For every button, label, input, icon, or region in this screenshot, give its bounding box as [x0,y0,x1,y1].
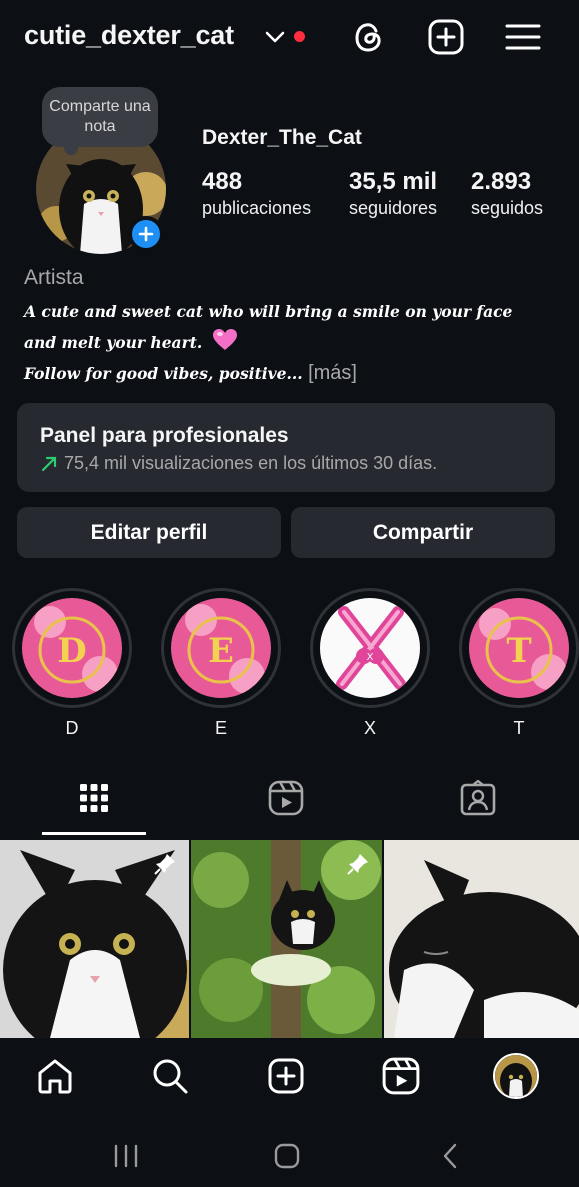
nav-reels[interactable] [381,1056,421,1096]
plus-icon [138,226,154,242]
highlight-label: X [363,718,376,738]
highlight-label: E [214,718,227,738]
tagged-icon [460,780,496,816]
nav-create[interactable] [266,1056,306,1096]
reels-icon [382,1057,420,1095]
home-button-icon[interactable] [273,1142,301,1170]
post-image [384,840,579,1038]
pro-panel-subtitle: 75,4 mil visualizaciones en los últimos … [40,453,437,474]
post-thumbnail[interactable] [191,840,382,1038]
followers-stat[interactable]: 35,5 mil seguidores [349,168,437,219]
posts-stat[interactable]: 488 publicaciones [202,168,311,219]
highlight-x[interactable]: X X [310,588,430,739]
recent-apps-icon[interactable] [113,1144,139,1168]
highlight-cover-image: D [22,598,122,698]
grid-icon [80,784,108,812]
following-count: 2.893 [471,168,532,195]
pro-panel-views: 75,4 mil visualizaciones en los últimos … [64,453,438,473]
username-switcher[interactable]: cutie_dexter_cat [24,20,234,51]
home-icon [38,1059,72,1094]
nav-profile-avatar[interactable] [493,1053,539,1099]
bio-line-with-heart: and melt your heart. [24,327,564,358]
nav-search[interactable] [150,1056,190,1096]
bio-line: and melt your heart. [24,333,203,352]
notification-dot [294,31,305,42]
chevron-down-icon[interactable] [264,28,286,46]
highlight-d[interactable]: D D [12,588,132,739]
highlight-cover-letter: X [367,652,374,663]
tab-reels[interactable] [264,776,308,820]
bottom-navigation [0,1040,579,1118]
content-tabs [0,766,579,838]
create-icon [268,1058,304,1094]
pro-panel-title: Panel para profesionales [40,424,289,447]
followers-count: 35,5 mil [349,168,438,195]
tab-tagged[interactable] [456,776,500,820]
profile-bio: A cute and sweet cat who will bring a sm… [24,296,564,389]
note-bubble[interactable]: Comparte una nota [42,87,158,155]
bio-line: Follow for good vibes, positive... [24,364,303,383]
highlight-cover-letter: D [57,631,86,671]
post-thumbnail[interactable] [384,840,579,1038]
pin-icon [347,854,368,875]
pin-icon [154,854,175,875]
trend-up-icon [41,456,57,471]
posts-grid [0,840,579,1038]
search-icon [153,1059,188,1094]
add-story-button[interactable] [128,216,164,252]
tab-grid[interactable] [72,776,116,820]
bio-more-link[interactable]: [más] [308,362,357,384]
profile-category: Artista [24,266,84,289]
bio-line: A cute and sweet cat who will bring a sm… [24,302,513,321]
pink-heart-icon [212,329,237,350]
nav-home[interactable] [35,1056,75,1096]
highlight-cover-letter: E [208,631,234,671]
highlight-label: T [513,718,525,738]
profile-header: cutie_dexter_cat [0,0,579,76]
share-profile-button[interactable]: Compartir [291,507,555,558]
edit-profile-button[interactable]: Editar perfil [17,507,281,558]
threads-icon[interactable] [350,18,388,56]
reels-icon [268,780,304,816]
highlight-cover-image: X [320,598,420,698]
active-tab-indicator [42,832,146,835]
highlight-label: D [65,718,79,738]
following-label: seguidos [471,198,544,218]
followers-label: seguidores [349,198,438,218]
highlight-cover-image: E [171,598,271,698]
professional-dashboard-panel[interactable]: Panel para profesionales 75,4 mil visual… [17,403,555,492]
post-thumbnail[interactable] [0,840,189,1038]
create-icon[interactable] [427,18,465,56]
highlight-e[interactable]: E E [161,588,281,739]
bio-line-truncated: Follow for good vibes, positive... [más] [24,358,564,389]
posts-count: 488 [202,168,243,195]
highlight-cover-letter: T [506,631,531,671]
following-stat[interactable]: 2.893 seguidos [471,168,543,219]
display-name: Dexter_The_Cat [202,126,362,149]
menu-icon[interactable] [504,18,542,56]
highlight-cover-image: T [469,598,569,698]
posts-label: publicaciones [202,198,312,218]
system-navigation-bar [0,1118,579,1187]
highlight-t[interactable]: T T [459,588,579,739]
profile-avatar-image [495,1055,537,1097]
back-icon[interactable] [440,1142,460,1170]
